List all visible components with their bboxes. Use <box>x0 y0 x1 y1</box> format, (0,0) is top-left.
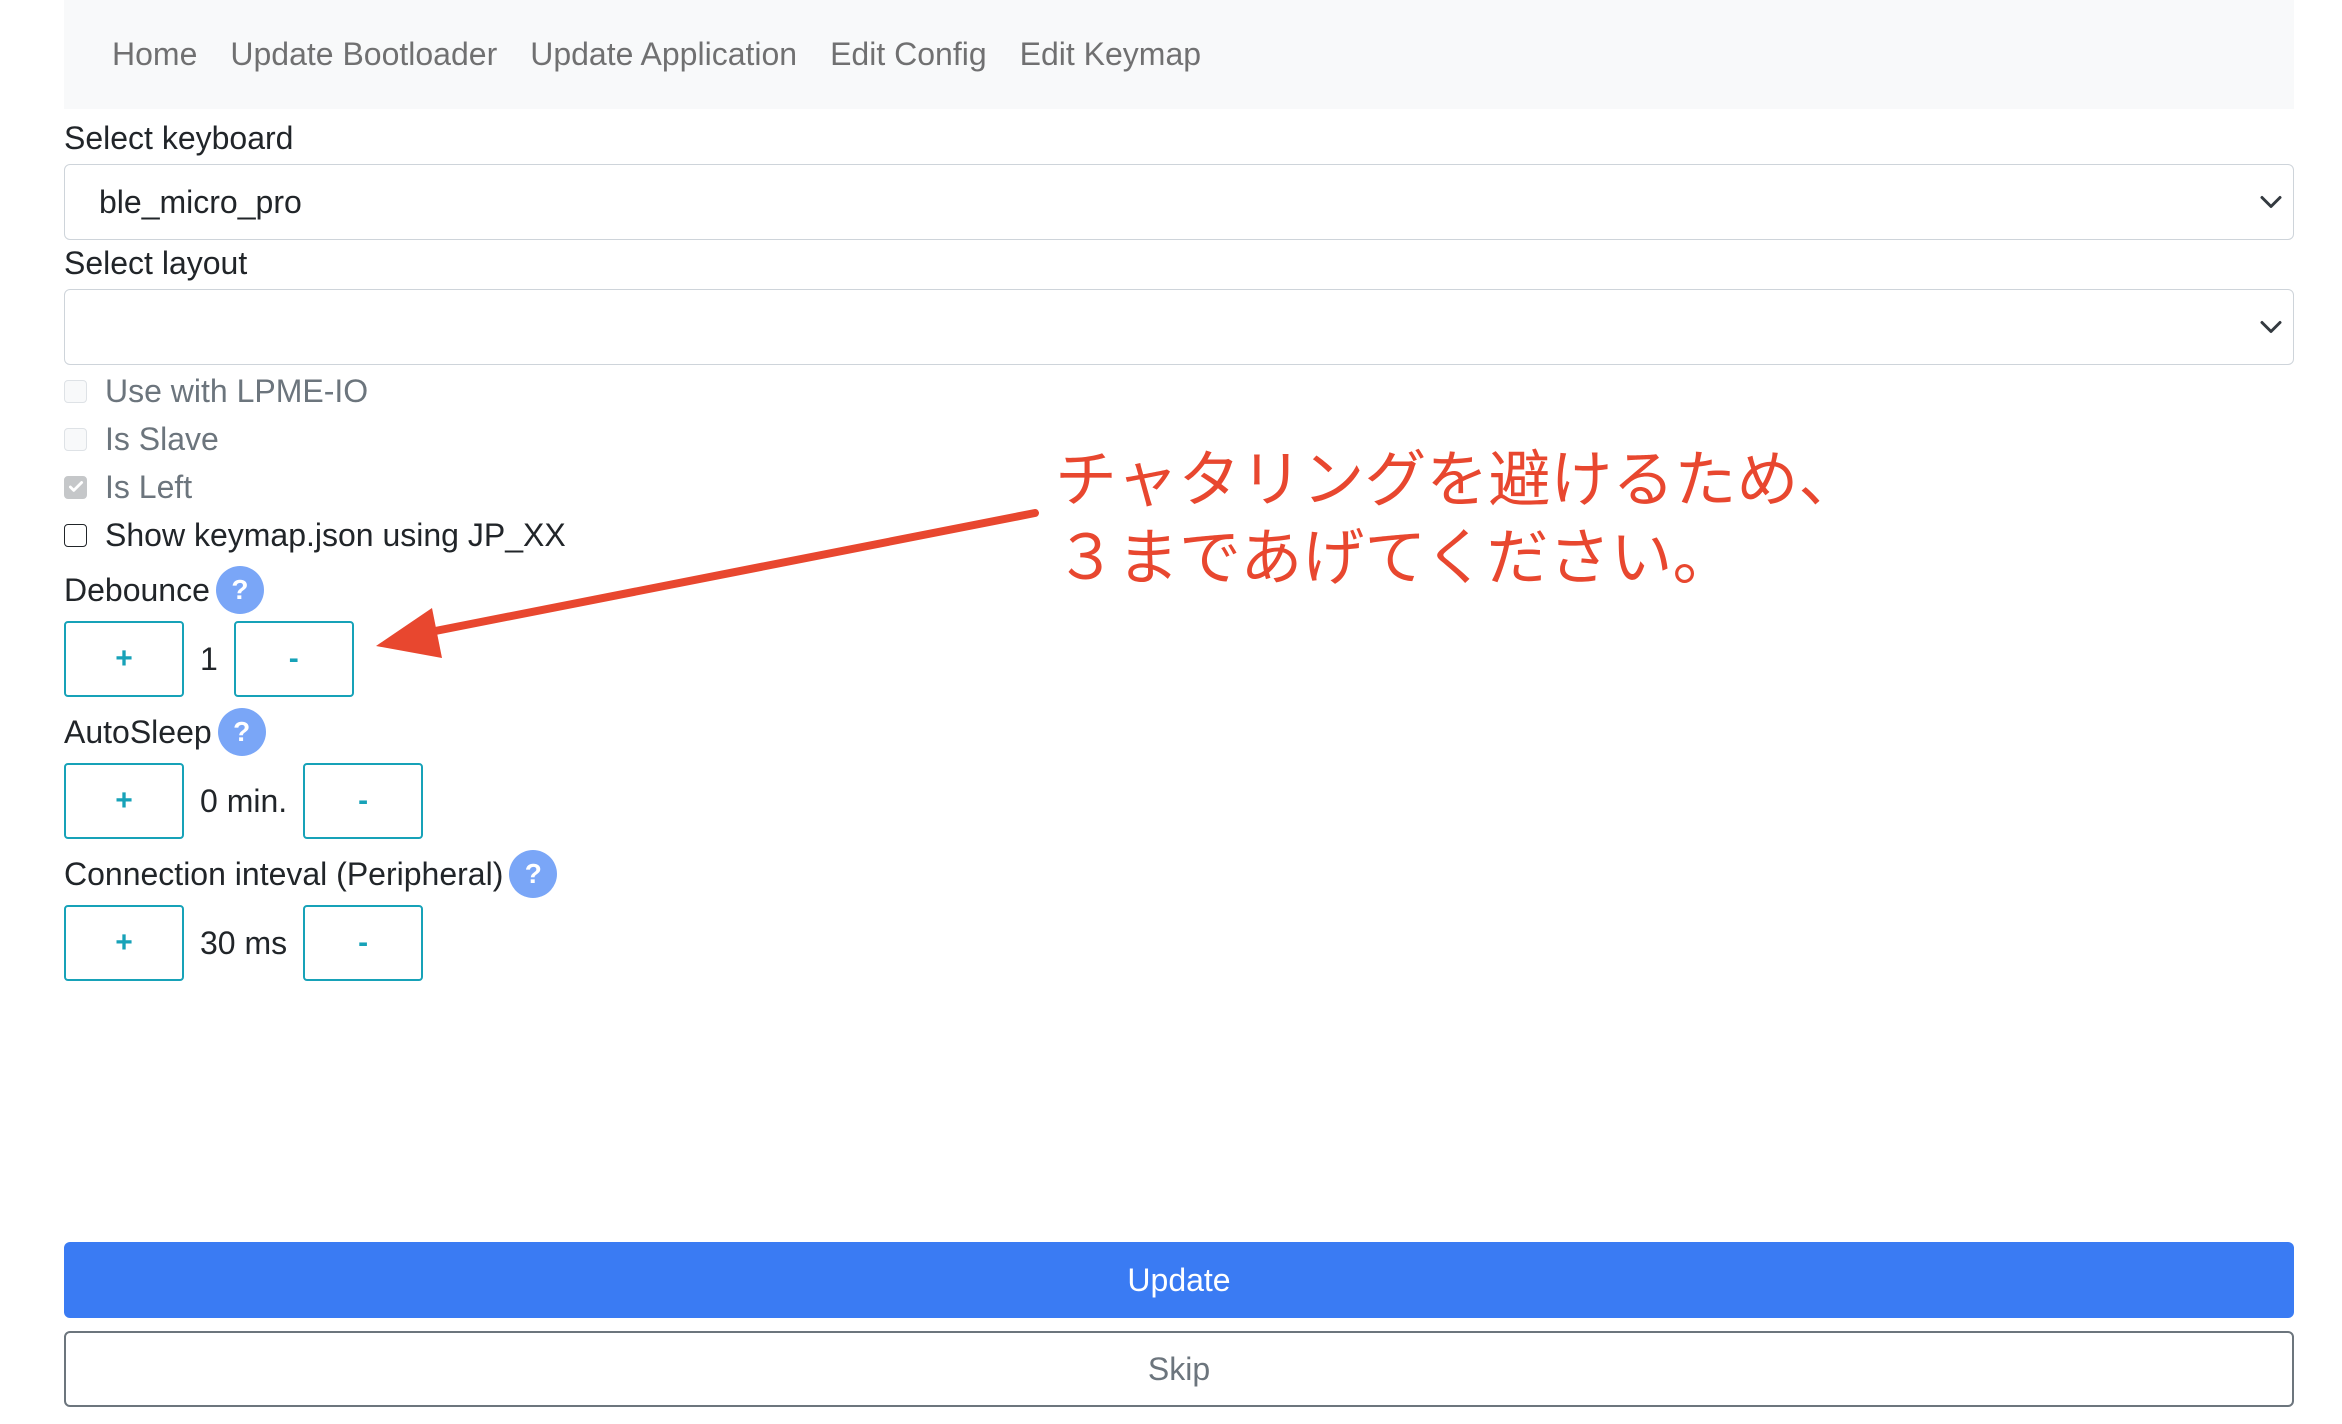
annotation-line-2: ３まであげてください。 <box>1055 521 1735 594</box>
annotation-line-1: チャタリングを避けるため、 <box>1055 443 1861 516</box>
annotation-text: チャタリングを避けるため、 ３まであげてください。 <box>1055 441 1860 597</box>
annotation-arrow-icon <box>376 509 1039 658</box>
